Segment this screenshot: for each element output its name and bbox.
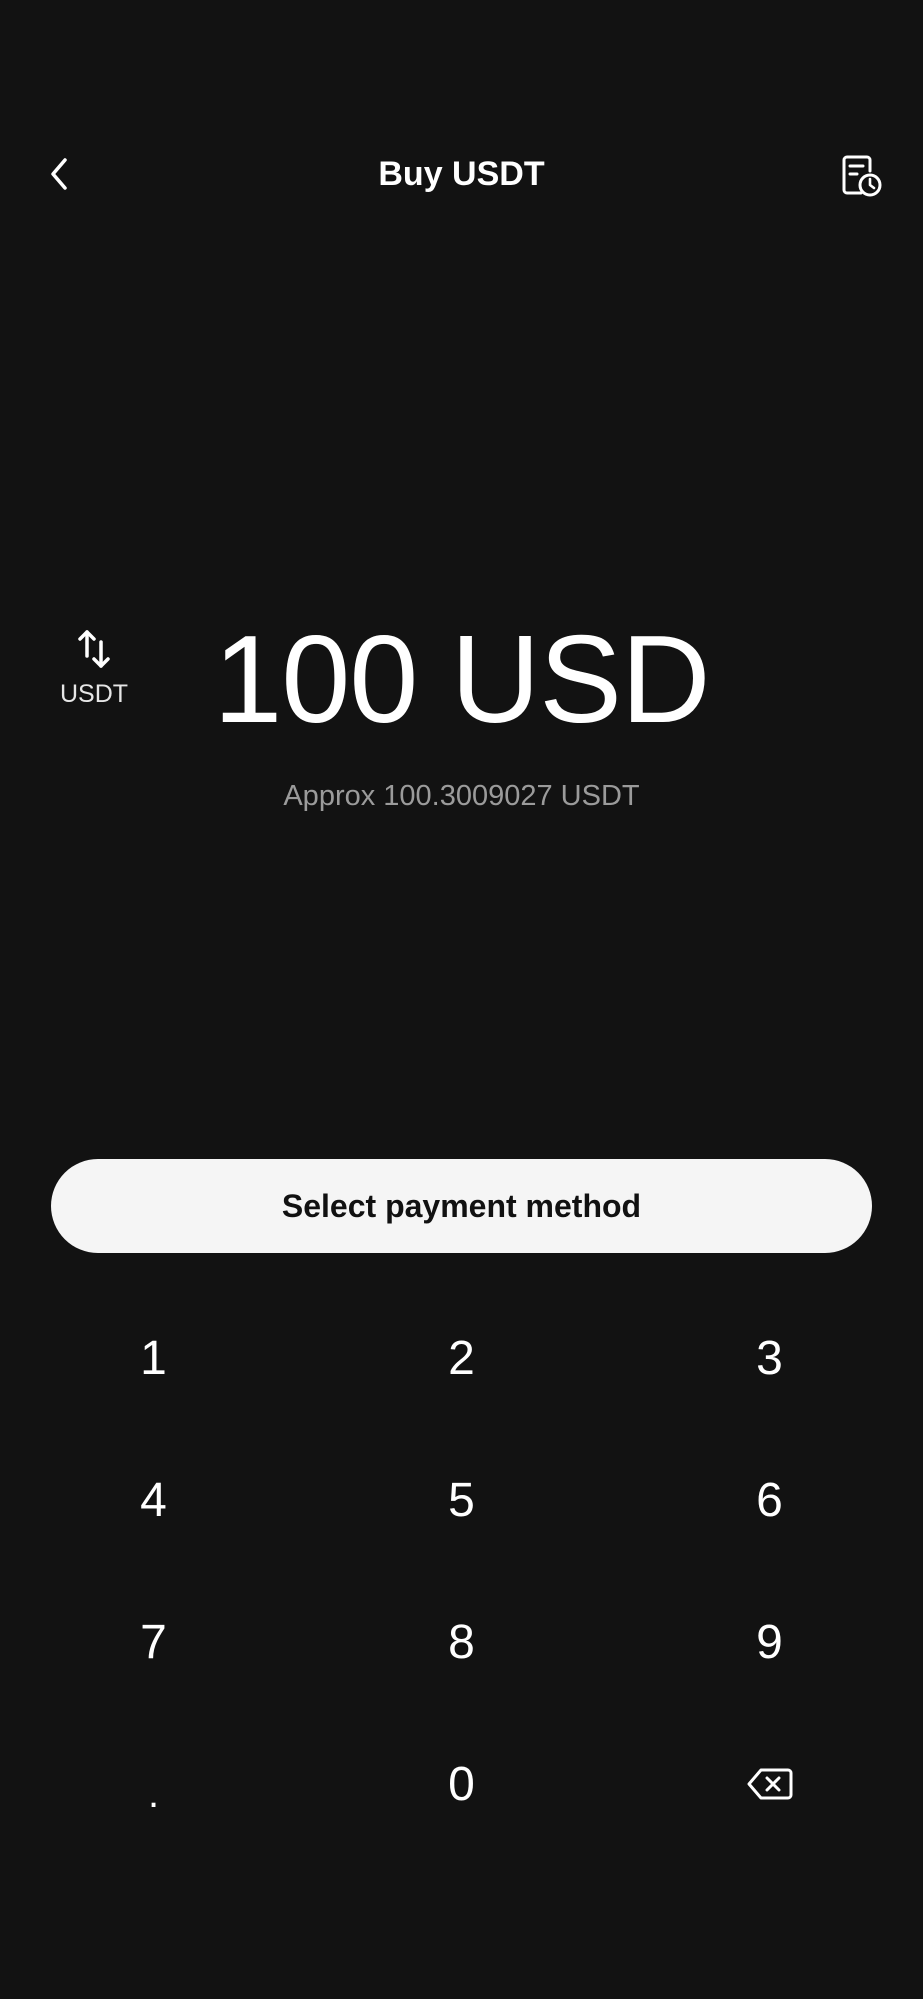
back-button[interactable] [30,144,90,204]
key-9[interactable]: 9 [616,1571,923,1713]
top-bar: Buy USDT [0,130,923,218]
key-4[interactable]: 4 [0,1429,307,1571]
approx-conversion: Approx 100.3009027 USDT [283,780,640,812]
amount-display: 100 USD [213,611,710,749]
page-title: Buy USDT [378,155,545,193]
key-3[interactable]: 3 [616,1287,923,1429]
key-2[interactable]: 2 [307,1287,616,1429]
order-history-button[interactable] [829,144,893,208]
chevron-left-icon [51,158,67,190]
key-5[interactable]: 5 [307,1429,616,1571]
select-payment-method-button[interactable]: Select payment method [51,1159,872,1253]
key-8[interactable]: 8 [307,1571,616,1713]
order-history-icon [842,155,882,197]
key-1[interactable]: 1 [0,1287,307,1429]
key-0[interactable]: 0 [307,1713,616,1855]
key-6[interactable]: 6 [616,1429,923,1571]
backspace-icon [747,1768,792,1800]
key-backspace[interactable] [616,1713,923,1855]
numeric-keypad: 1 2 3 4 5 6 7 8 9 . 0 [0,1287,923,1855]
key-decimal[interactable]: . [0,1713,307,1855]
key-7[interactable]: 7 [0,1571,307,1713]
